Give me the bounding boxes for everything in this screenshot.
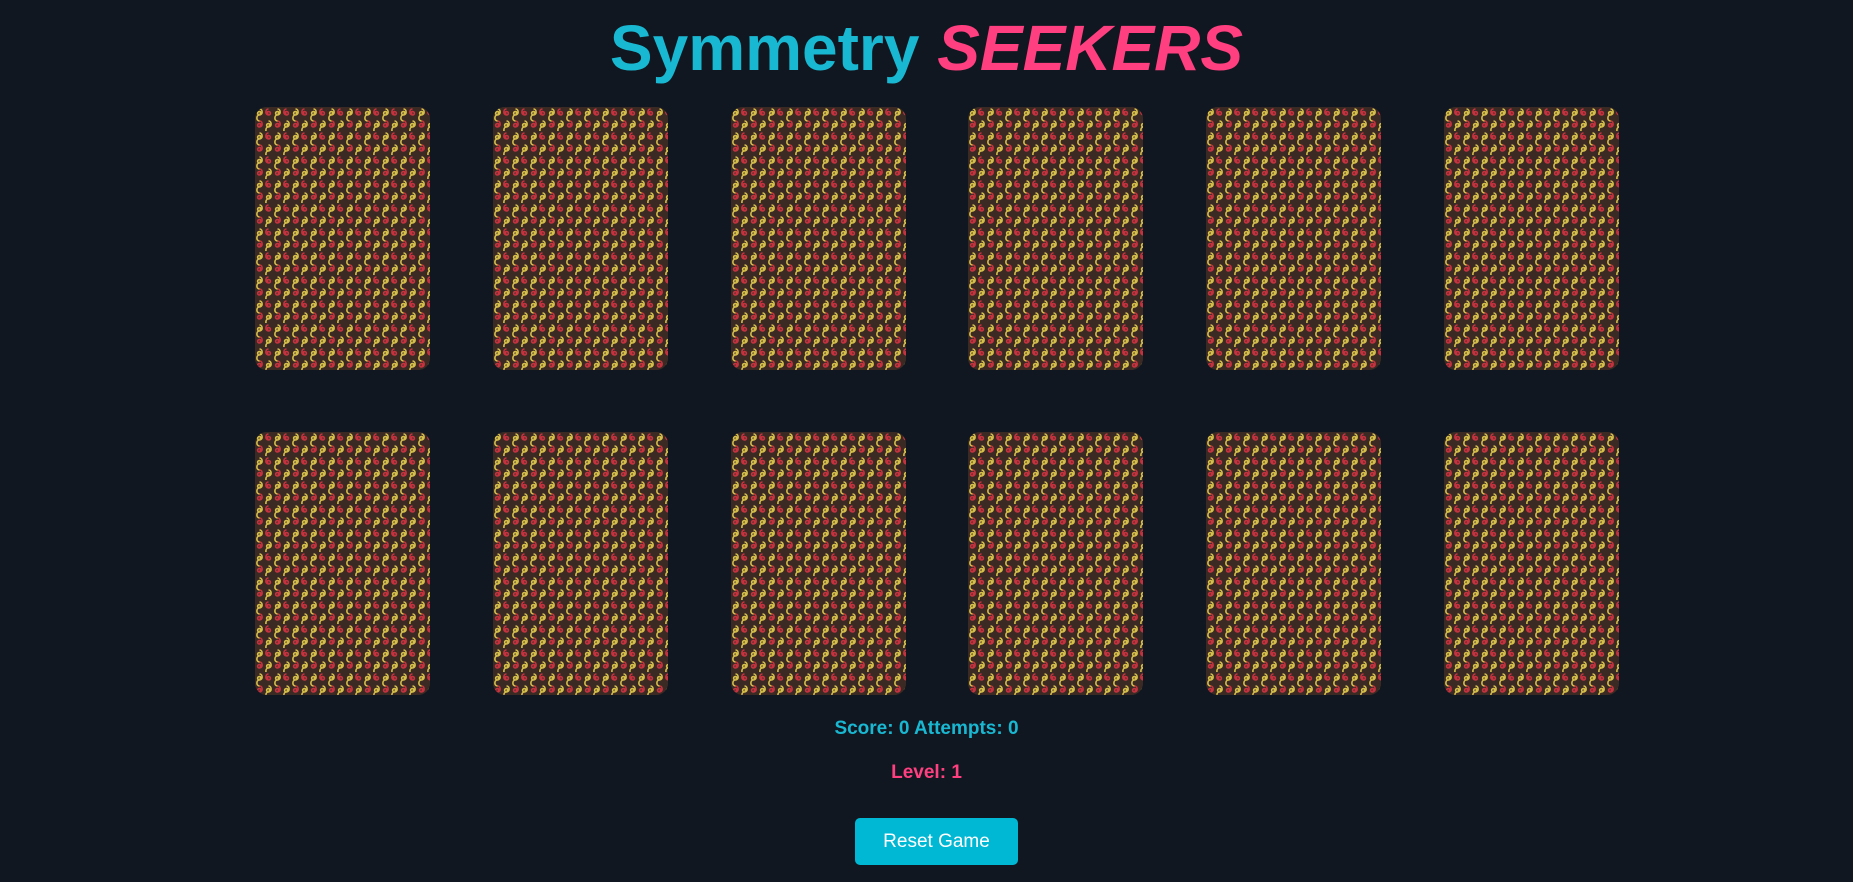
card-back[interactable] — [968, 107, 1144, 370]
card-back[interactable] — [1443, 432, 1619, 695]
card-back[interactable] — [968, 432, 1144, 695]
attempts-value: 0 — [1007, 718, 1019, 739]
title-word-seekers: SEEKERS — [937, 12, 1244, 84]
swirl-pattern-icon — [255, 432, 430, 695]
card-back[interactable] — [492, 107, 668, 370]
level-value: 1 — [951, 762, 962, 783]
card-back[interactable] — [255, 432, 430, 695]
card-back[interactable] — [730, 432, 906, 695]
swirl-pattern-icon — [1206, 432, 1382, 695]
swirl-pattern-icon — [730, 107, 906, 370]
card-back[interactable] — [1443, 107, 1619, 370]
swirl-pattern-icon — [730, 432, 906, 695]
card-back[interactable] — [492, 432, 668, 695]
swirl-pattern-icon — [255, 107, 430, 370]
title-word-symmetry: Symmetry — [609, 12, 920, 84]
level-label: Level: — [891, 762, 947, 783]
swirl-pattern-icon — [1206, 107, 1382, 370]
card-grid — [255, 107, 1619, 695]
card-back[interactable] — [1206, 107, 1382, 370]
score-line: Score: 0 Attempts: 0 — [0, 718, 1853, 740]
game-title: Symmetry SEEKERS — [0, 8, 1853, 88]
swirl-pattern-icon — [968, 107, 1144, 370]
swirl-pattern-icon — [492, 432, 668, 695]
card-back[interactable] — [255, 107, 430, 370]
swirl-pattern-icon — [492, 107, 668, 370]
score-value: 0 — [898, 718, 910, 739]
card-back[interactable] — [1206, 432, 1382, 695]
swirl-pattern-icon — [968, 432, 1144, 695]
swirl-pattern-icon — [1443, 432, 1619, 695]
card-back[interactable] — [730, 107, 906, 370]
level-line: Level: 1 — [0, 762, 1853, 784]
reset-game-button[interactable]: Reset Game — [855, 818, 1018, 865]
attempts-label: Attempts: — [914, 718, 1003, 739]
swirl-pattern-icon — [1443, 107, 1619, 370]
game-page: Symmetry SEEKERS Score: 0 Attempts: 0 Le… — [0, 0, 1853, 882]
score-label: Score: — [834, 718, 894, 739]
